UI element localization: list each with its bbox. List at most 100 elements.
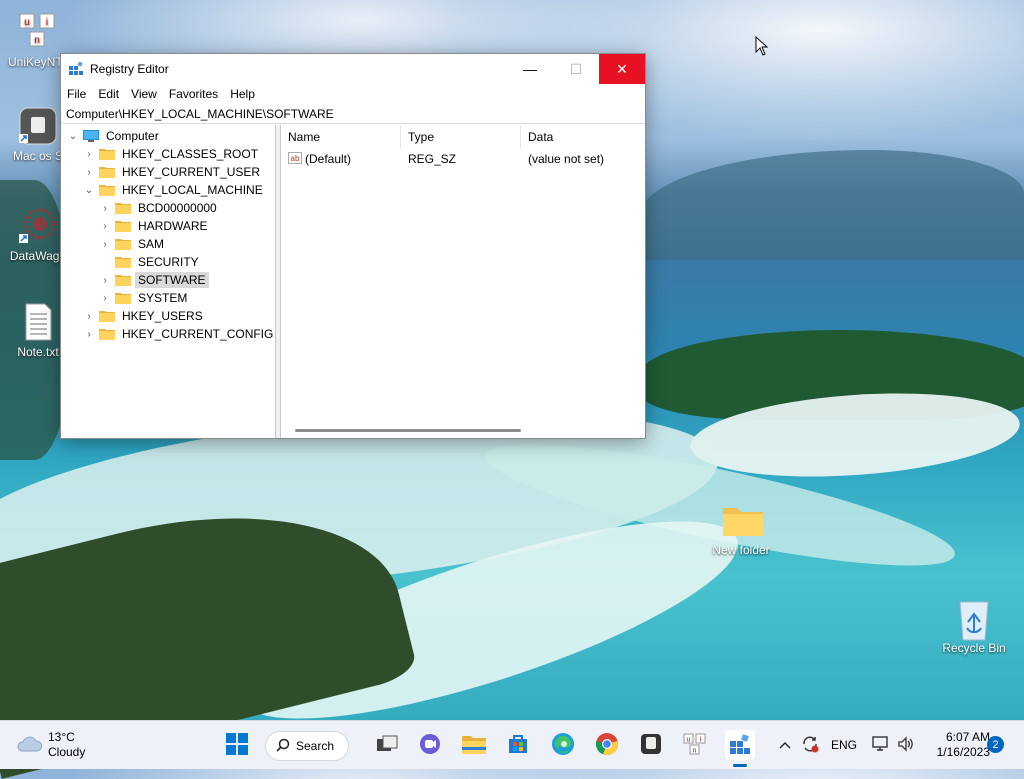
search-label: Search: [296, 739, 335, 753]
edge-button[interactable]: [548, 730, 578, 760]
tree-node-hardware[interactable]: › HARDWARE: [99, 217, 211, 235]
key-tree[interactable]: ⌄ Computer › HKEY_CLASSES_ROOT › HKEY_CU…: [61, 125, 276, 438]
clock[interactable]: 6:07 AM 1/16/2023: [924, 730, 990, 760]
tree-node-computer[interactable]: ⌄ Computer: [67, 127, 162, 145]
chevron-right-icon[interactable]: ›: [83, 149, 95, 160]
speaker-icon: [897, 735, 915, 755]
value-type: REG_SZ: [408, 152, 457, 166]
registry-editor-window[interactable]: Registry Editor — ☐ ✕ File Edit View Fav…: [60, 53, 646, 439]
column-type[interactable]: Type: [401, 125, 521, 149]
value-name: (Default): [305, 152, 352, 166]
value-data: (value not set): [528, 152, 605, 166]
notification-badge[interactable]: 2: [987, 736, 1004, 753]
title-bar[interactable]: Registry Editor — ☐ ✕: [61, 54, 645, 84]
folder-icon: [115, 202, 131, 214]
menu-help[interactable]: Help: [230, 87, 255, 101]
chrome-icon: [595, 732, 619, 759]
clock-date: 1/16/2023: [936, 745, 990, 759]
column-headers: Name Type Data: [281, 125, 645, 149]
weather-widget[interactable]: 13°C Cloudy: [16, 730, 116, 760]
tree-node-hku[interactable]: › HKEY_USERS: [83, 307, 206, 325]
folder-icon: [115, 238, 131, 250]
chevron-right-icon[interactable]: ›: [99, 293, 111, 304]
desktop-icon-recycle-bin[interactable]: Recycle Bin: [934, 598, 1014, 655]
tree-label: HKEY_USERS: [122, 309, 203, 323]
computer-icon: [83, 130, 99, 142]
volume-button[interactable]: [895, 730, 917, 760]
datawagon-icon: [18, 206, 58, 246]
mouse-cursor: [755, 35, 769, 59]
task-view-icon: [376, 735, 398, 756]
tree-label: SOFTWARE: [135, 272, 209, 288]
chat-icon: [419, 733, 441, 758]
tree-node-hklm[interactable]: ⌄ HKEY_LOCAL_MACHINE: [83, 181, 266, 199]
tree-node-sam[interactable]: › SAM: [99, 235, 167, 253]
svg-text:i: i: [46, 17, 48, 28]
desktop-icon-label: New folder: [712, 543, 770, 557]
chevron-right-icon[interactable]: ›: [83, 311, 95, 322]
menu-favorites[interactable]: Favorites: [169, 87, 218, 101]
wallpaper-mountains: [640, 150, 1024, 260]
task-view-button[interactable]: [372, 730, 402, 760]
tree-node-hkcc[interactable]: › HKEY_CURRENT_CONFIG: [83, 325, 275, 343]
weather-temp: 13°C: [48, 730, 75, 744]
windows-logo-icon: [226, 732, 248, 758]
tree-node-system[interactable]: › SYSTEM: [99, 289, 190, 307]
show-hidden-icons-button[interactable]: [776, 730, 794, 760]
registry-editor-taskbar-button[interactable]: [725, 730, 755, 760]
chevron-right-icon[interactable]: ›: [99, 275, 111, 286]
address-bar[interactable]: Computer\HKEY_LOCAL_MACHINE\SOFTWARE: [61, 104, 645, 124]
clock-time: 6:07 AM: [945, 730, 990, 744]
start-button[interactable]: [222, 730, 252, 760]
chrome-button[interactable]: [592, 730, 622, 760]
language-indicator[interactable]: ENG: [828, 730, 860, 760]
unikey-icon: uin: [683, 733, 707, 758]
tree-label: HARDWARE: [138, 219, 208, 233]
column-data[interactable]: Data: [521, 125, 641, 149]
menu-file[interactable]: File: [67, 87, 86, 101]
store-button[interactable]: [503, 730, 533, 760]
tree-node-software[interactable]: › SOFTWARE: [99, 271, 209, 289]
chevron-right-icon[interactable]: ›: [99, 221, 111, 232]
svg-text:n: n: [34, 35, 40, 46]
cloud-icon: [16, 735, 43, 756]
tree-node-security[interactable]: SECURITY: [99, 253, 202, 271]
values-list[interactable]: Name Type Data ab (Default) REG_SZ (valu…: [281, 125, 645, 438]
tree-label: BCD00000000: [138, 201, 217, 215]
folder-open-icon: [99, 184, 115, 196]
table-row[interactable]: ab (Default) REG_SZ (value not set): [281, 149, 645, 169]
file-explorer-icon: [461, 733, 487, 758]
sync-icon: [801, 735, 819, 756]
tree-node-bcd[interactable]: › BCD00000000: [99, 199, 220, 217]
tree-node-hkcr[interactable]: › HKEY_CLASSES_ROOT: [83, 145, 261, 163]
folder-icon: [115, 256, 131, 268]
desktop-icon-new-folder[interactable]: New folder: [701, 500, 781, 557]
network-button[interactable]: [870, 730, 892, 760]
chevron-right-icon[interactable]: ›: [99, 239, 111, 250]
menu-edit[interactable]: Edit: [98, 87, 119, 101]
window-title: Registry Editor: [90, 62, 169, 76]
close-button[interactable]: ✕: [599, 54, 645, 84]
column-name[interactable]: Name: [281, 125, 401, 149]
chevron-right-icon[interactable]: ›: [83, 329, 95, 340]
tree-node-hkcu[interactable]: › HKEY_CURRENT_USER: [83, 163, 263, 181]
tree-label: HKEY_CLASSES_ROOT: [122, 147, 259, 161]
chevron-down-icon[interactable]: ⌄: [67, 131, 79, 142]
macos-app-button[interactable]: [636, 730, 666, 760]
horizontal-scrollbar[interactable]: [295, 429, 521, 432]
chevron-right-icon[interactable]: ›: [99, 203, 111, 214]
macos-app-icon: [18, 106, 58, 146]
chevron-down-icon[interactable]: ⌄: [83, 185, 95, 196]
file-explorer-button[interactable]: [459, 730, 489, 760]
folder-icon: [115, 292, 131, 304]
text-file-icon: [18, 302, 58, 342]
minimize-button[interactable]: —: [507, 54, 553, 84]
taskbar-search[interactable]: Search: [265, 731, 350, 761]
weather-desc: Cloudy: [48, 745, 86, 759]
menu-view[interactable]: View: [131, 87, 157, 101]
sync-status-button[interactable]: [800, 730, 820, 760]
unikey-button[interactable]: uin: [680, 730, 710, 760]
chevron-right-icon[interactable]: ›: [83, 167, 95, 178]
maximize-button[interactable]: ☐: [553, 54, 599, 84]
chat-button[interactable]: [415, 730, 445, 760]
